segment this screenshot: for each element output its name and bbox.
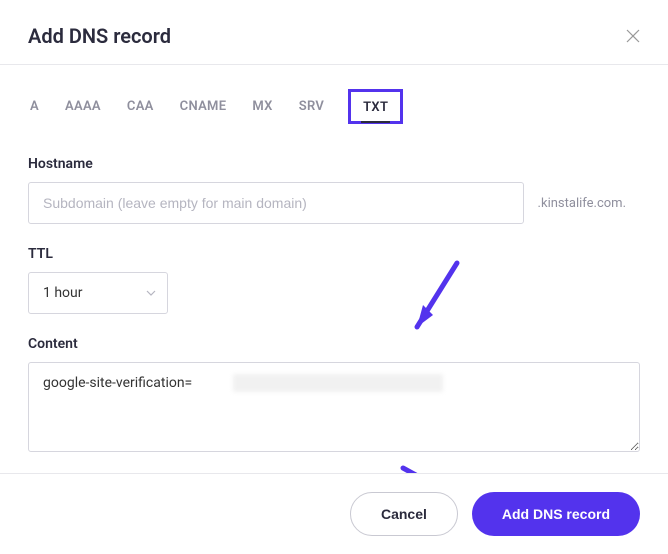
hostname-field: Hostname .kinstalife.com.	[28, 156, 640, 224]
content-textarea[interactable]	[28, 362, 640, 452]
submit-button[interactable]: Add DNS record	[472, 492, 640, 536]
tab-srv[interactable]: SRV	[297, 93, 326, 120]
record-type-tabs: A AAAA CAA CNAME MX SRV TXT	[28, 65, 640, 134]
tab-caa[interactable]: CAA	[125, 93, 156, 120]
content-field: Content	[28, 336, 640, 456]
ttl-select-wrap: 1 hour	[28, 272, 168, 314]
modal-header: Add DNS record	[0, 0, 668, 64]
tab-a[interactable]: A	[28, 93, 41, 120]
ttl-select[interactable]: 1 hour	[28, 272, 168, 314]
tab-txt[interactable]: TXT	[361, 94, 390, 123]
content-label: Content	[28, 336, 640, 352]
cancel-button[interactable]: Cancel	[350, 492, 458, 536]
domain-suffix: .kinstalife.com.	[524, 182, 640, 224]
tab-mx[interactable]: MX	[250, 93, 274, 120]
tab-aaaa[interactable]: AAAA	[63, 93, 103, 120]
hostname-row: .kinstalife.com.	[28, 182, 640, 224]
tab-cname[interactable]: CNAME	[178, 93, 229, 120]
tab-highlight: TXT	[348, 89, 403, 124]
modal-body: A AAAA CAA CNAME MX SRV TXT Hostname .ki…	[0, 65, 668, 456]
hostname-input[interactable]	[28, 182, 524, 224]
content-box	[28, 362, 640, 456]
ttl-field: TTL 1 hour	[28, 246, 640, 314]
modal-title: Add DNS record	[28, 24, 171, 48]
ttl-label: TTL	[28, 246, 640, 262]
modal-footer: Cancel Add DNS record	[0, 473, 668, 554]
hostname-label: Hostname	[28, 156, 640, 172]
close-icon[interactable]	[626, 29, 640, 43]
